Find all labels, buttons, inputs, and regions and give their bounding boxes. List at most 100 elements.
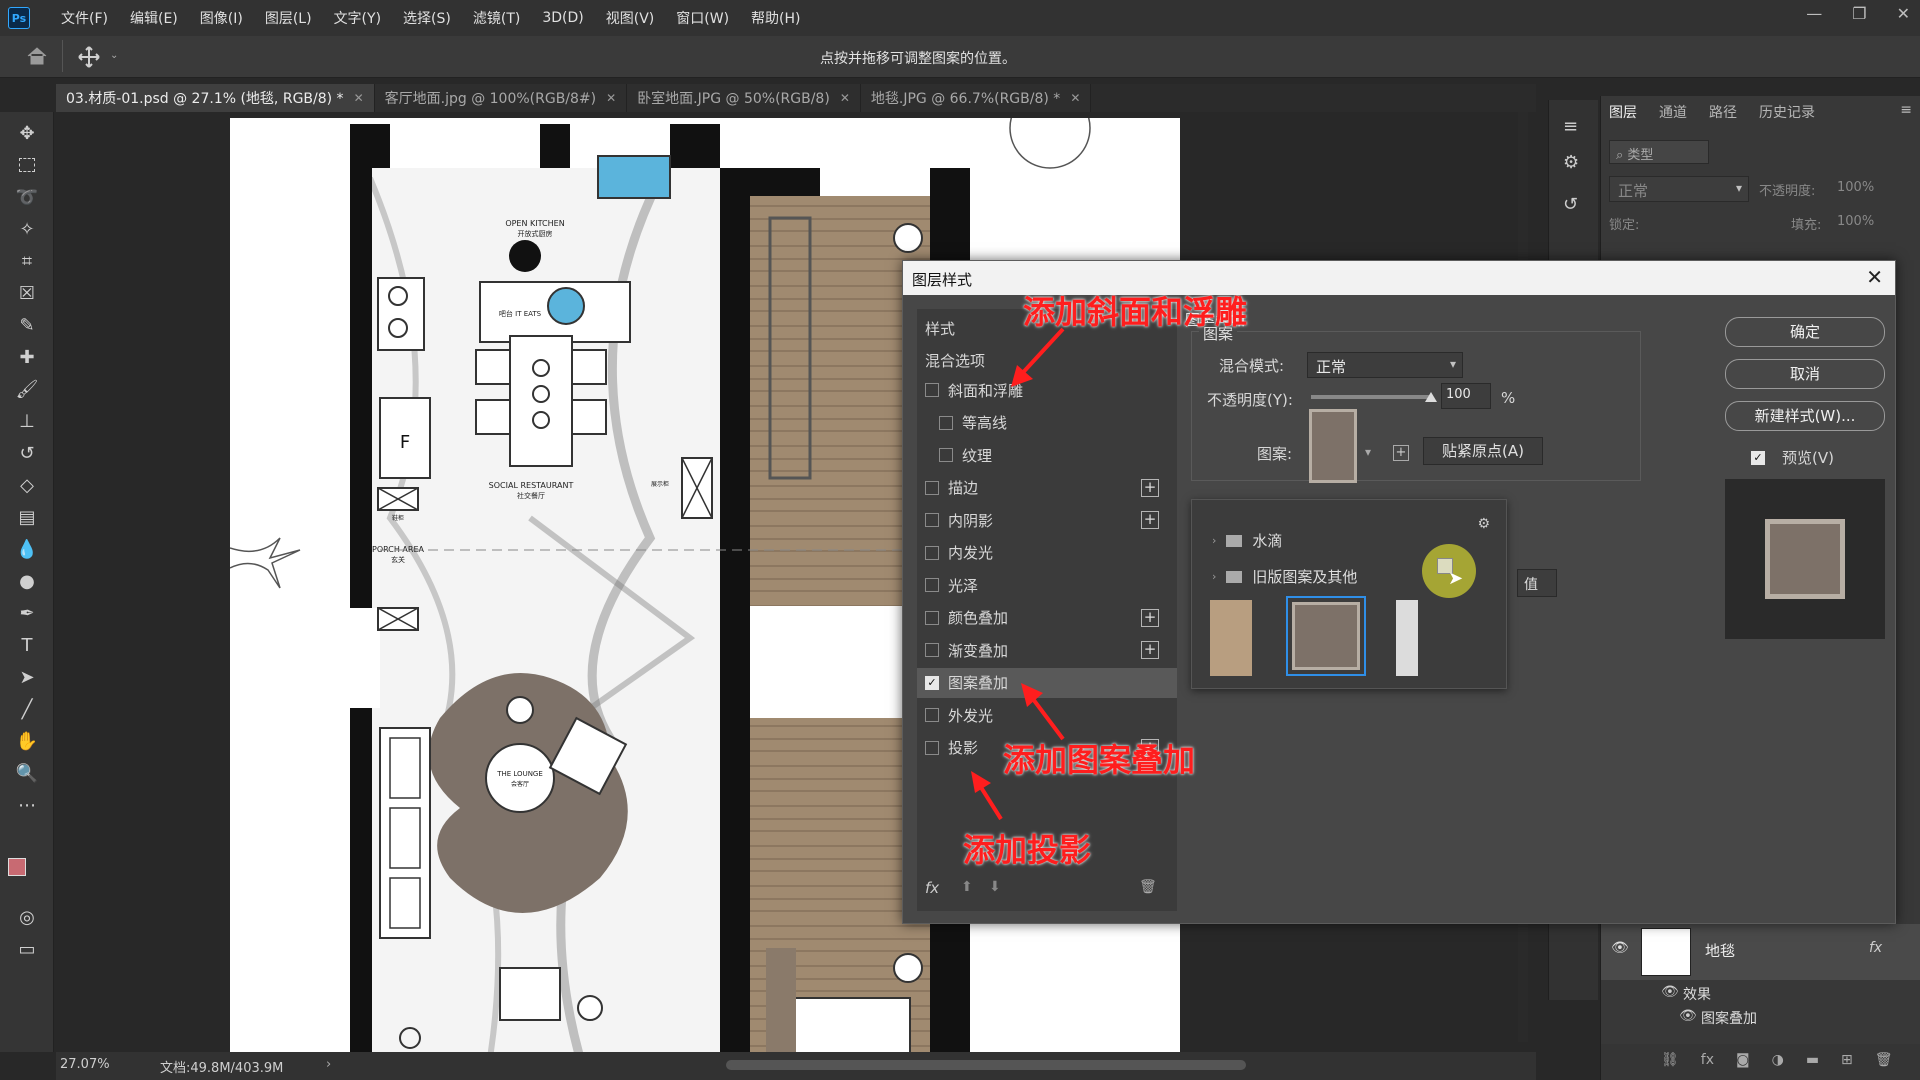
- chevron-right-icon[interactable]: ›: [326, 1057, 331, 1072]
- pattern-group-legacy[interactable]: › 旧版图案及其他: [1212, 566, 1357, 587]
- add-style-icon[interactable]: +: [1141, 641, 1159, 659]
- healing-brush-icon[interactable]: ✚: [14, 344, 40, 370]
- pen-tool-icon[interactable]: ✒: [14, 600, 40, 626]
- pattern-thumb-rug-selected[interactable]: [1286, 596, 1366, 676]
- layer-opacity-value[interactable]: 100%: [1837, 180, 1874, 195]
- snap-origin-button[interactable]: 贴紧原点(A): [1423, 437, 1543, 465]
- tab-layers[interactable]: 图层: [1609, 102, 1637, 122]
- style-item[interactable]: 等高线: [917, 408, 1177, 438]
- style-item[interactable]: 渐变叠加 +: [917, 635, 1177, 665]
- tab-document-4[interactable]: 地毯.JPG @ 66.7%(RGB/8) * ✕: [860, 84, 1092, 112]
- path-select-icon[interactable]: ➤: [14, 664, 40, 690]
- menu-view[interactable]: 视图(V): [595, 8, 666, 28]
- chevron-down-icon[interactable]: ⌄: [110, 50, 118, 61]
- menu-select[interactable]: 选择(S): [392, 8, 462, 28]
- lasso-tool-icon[interactable]: ➰: [14, 184, 40, 210]
- trash-icon[interactable]: 🗑: [1139, 879, 1157, 895]
- close-icon[interactable]: ✕: [606, 91, 616, 105]
- menu-window[interactable]: 窗口(W): [665, 8, 740, 28]
- preview-toggle[interactable]: ✓ 预览(V): [1751, 447, 1834, 468]
- eyedropper-icon[interactable]: ✎: [14, 312, 40, 338]
- style-checkbox[interactable]: [925, 545, 939, 560]
- brush-settings-icon[interactable]: ≡: [1563, 116, 1578, 137]
- dodge-tool-icon[interactable]: ●: [14, 568, 40, 594]
- menu-file[interactable]: 文件(F): [50, 8, 119, 28]
- quick-mask-icon[interactable]: ◎: [14, 904, 40, 930]
- tab-document-2[interactable]: 客厅地面.jpg @ 100%(RGB/8#) ✕: [374, 84, 628, 112]
- frame-tool-icon[interactable]: ☒: [14, 280, 40, 306]
- type-tool-icon[interactable]: T: [14, 632, 40, 658]
- tab-document-3[interactable]: 卧室地面.JPG @ 50%(RGB/8) ✕: [627, 84, 861, 112]
- style-checkbox[interactable]: [939, 415, 953, 430]
- move-tool-icon[interactable]: ✥: [14, 120, 40, 146]
- layer-blend-select[interactable]: 正常 ▾: [1609, 176, 1749, 202]
- mask-icon[interactable]: ◙: [1736, 1052, 1750, 1080]
- add-style-icon[interactable]: +: [1141, 608, 1159, 627]
- chevron-down-icon[interactable]: ▾: [1365, 445, 1371, 459]
- horizontal-scrollbar[interactable]: [726, 1060, 1246, 1070]
- home-icon[interactable]: [26, 46, 48, 66]
- panel-menu-icon[interactable]: ≡: [1900, 102, 1912, 118]
- layer-fx-icon[interactable]: fx: [1869, 940, 1882, 956]
- move-up-icon[interactable]: ⬆: [961, 879, 973, 895]
- minimize-button[interactable]: —: [1806, 4, 1822, 23]
- brush-tool-icon[interactable]: 🖌: [14, 376, 40, 402]
- close-icon[interactable]: ✕: [1070, 91, 1080, 105]
- zoom-tool-icon[interactable]: 🔍: [14, 760, 40, 786]
- tab-channels[interactable]: 通道: [1659, 102, 1687, 122]
- style-checkbox[interactable]: [925, 643, 939, 657]
- style-checkbox[interactable]: [925, 708, 939, 722]
- menu-edit[interactable]: 编辑(E): [119, 8, 189, 28]
- eye-icon[interactable]: 👁: [1679, 1008, 1697, 1024]
- pattern-thumb-wood[interactable]: [1210, 600, 1252, 676]
- style-checkbox[interactable]: [925, 383, 939, 397]
- move-tool-icon[interactable]: [78, 46, 100, 68]
- cancel-button[interactable]: 取消: [1725, 359, 1885, 389]
- history-brush-icon[interactable]: ↺: [14, 440, 40, 466]
- eye-icon[interactable]: 👁: [1661, 984, 1679, 1000]
- layer-name[interactable]: 地毯: [1705, 940, 1735, 961]
- fx-icon[interactable]: fx: [1701, 1052, 1714, 1080]
- opacity-slider-thumb[interactable]: [1425, 392, 1437, 402]
- gear-icon[interactable]: ⚙: [1477, 516, 1490, 532]
- more-tools-icon[interactable]: ⋯: [14, 792, 40, 818]
- history-icon[interactable]: ↺: [1563, 194, 1578, 215]
- adjustments-icon[interactable]: ⚙: [1563, 152, 1579, 173]
- effect-pattern-overlay[interactable]: 图案叠加: [1701, 1008, 1757, 1028]
- zoom-level[interactable]: 27.07%: [60, 1057, 110, 1072]
- maximize-button[interactable]: ❐: [1852, 4, 1866, 23]
- ok-button[interactable]: 确定: [1725, 317, 1885, 347]
- trash-icon[interactable]: 🗑: [1875, 1052, 1893, 1080]
- menu-filter[interactable]: 滤镜(T): [462, 8, 531, 28]
- adjustment-layer-icon[interactable]: ◑: [1772, 1052, 1784, 1080]
- style-checkbox[interactable]: [925, 480, 939, 495]
- hand-tool-icon[interactable]: ✋: [14, 728, 40, 754]
- hidden-button[interactable]: 值: [1517, 569, 1557, 597]
- menu-help[interactable]: 帮助(H): [740, 8, 811, 28]
- style-checkbox[interactable]: [925, 740, 939, 755]
- magic-wand-icon[interactable]: ✧: [14, 216, 40, 242]
- crop-tool-icon[interactable]: ⌗: [14, 248, 40, 274]
- fill-value[interactable]: 100%: [1837, 214, 1874, 229]
- menu-image[interactable]: 图像(I): [189, 8, 254, 28]
- pattern-thumb-marble[interactable]: [1396, 600, 1418, 676]
- tab-history[interactable]: 历史记录: [1759, 102, 1815, 122]
- new-preset-icon[interactable]: +: [1393, 445, 1409, 461]
- pattern-group-droplets[interactable]: › 水滴: [1212, 530, 1282, 551]
- style-item[interactable]: 光泽: [917, 570, 1177, 600]
- eraser-tool-icon[interactable]: ◇: [14, 472, 40, 498]
- new-style-button[interactable]: 新建样式(W)...: [1725, 401, 1885, 431]
- stamp-tool-icon[interactable]: ⊥: [14, 408, 40, 434]
- layer-row-rug[interactable]: 👁 地毯 fx: [1601, 924, 1920, 980]
- add-style-icon[interactable]: +: [1141, 511, 1159, 529]
- group-folder-icon[interactable]: ▬: [1806, 1052, 1819, 1080]
- menu-layer[interactable]: 图层(L): [254, 8, 323, 28]
- style-checkbox[interactable]: ✓: [925, 675, 939, 690]
- opacity-input[interactable]: 100: [1441, 383, 1491, 409]
- gradient-tool-icon[interactable]: ▤: [14, 504, 40, 530]
- style-item[interactable]: 纹理: [917, 440, 1177, 470]
- opacity-slider-track[interactable]: [1311, 392, 1437, 402]
- screen-mode-icon[interactable]: ▭: [14, 936, 40, 962]
- style-checkbox[interactable]: [925, 610, 939, 625]
- eye-icon[interactable]: 👁: [1611, 940, 1629, 956]
